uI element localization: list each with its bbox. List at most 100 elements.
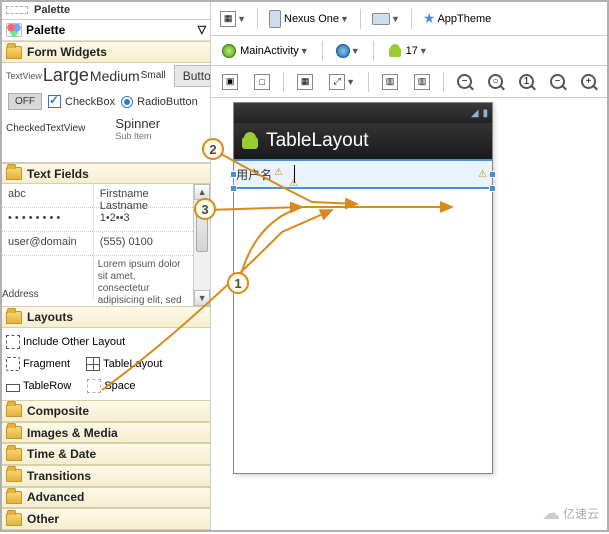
radio-label: RadioButton <box>137 96 198 108</box>
textfield-phone[interactable]: (555) 0100 <box>94 232 193 255</box>
layout-tablerow[interactable]: TableRow <box>6 380 71 392</box>
layout-include[interactable]: Include Other Layout <box>6 335 125 349</box>
checkbox-icon <box>48 95 61 108</box>
widget-radio[interactable]: RadioButton <box>121 96 198 108</box>
textfield-row[interactable]: user@domain (555) 0100 <box>2 232 193 256</box>
outline-icon: ▣ <box>222 74 238 90</box>
separator <box>257 9 258 29</box>
expand-icon: ⤢ <box>329 74 345 90</box>
textfield-multiline[interactable]: Lorem ipsum dolor sit amet, consectetur … <box>94 256 193 310</box>
category-other[interactable]: Other <box>2 508 210 530</box>
align-left-icon: ▥ <box>382 74 398 90</box>
palette-panel: Palette Palette ▽ Form Widgets TextView … <box>2 2 211 530</box>
warning-icon: ⚠ <box>274 167 284 177</box>
widget-checked-textview[interactable]: CheckedTextView <box>6 123 85 134</box>
category-transitions[interactable]: Transitions <box>2 465 210 487</box>
resize-handle[interactable] <box>230 185 237 192</box>
align-right[interactable]: ▥ <box>409 71 435 93</box>
scroll-thumb[interactable] <box>196 202 208 252</box>
chevron-down-icon: ▼ <box>300 46 309 56</box>
textview-label[interactable]: TextView <box>6 71 42 81</box>
api-selector[interactable]: 17 ▼ <box>382 40 433 62</box>
textfield-row[interactable]: abc Firstname Lastname <box>2 184 193 208</box>
folder-icon <box>6 469 22 482</box>
selected-tablerow[interactable]: 用户名 ⚠ ⚠ ⚠ <box>234 159 492 189</box>
orientation-selector[interactable]: ▼ <box>367 8 405 30</box>
textfield-password[interactable]: • • • • • • • • <box>2 208 94 231</box>
activity-title: TableLayout <box>266 130 368 152</box>
palette-mini-header: Palette <box>2 2 210 20</box>
category-label: Layouts <box>27 310 73 324</box>
zoom-reset[interactable]: ○ <box>483 71 508 93</box>
zoom-out-icon: − <box>550 74 565 89</box>
resize-handle[interactable] <box>489 171 496 178</box>
theme-selector[interactable]: ★ AppTheme <box>418 8 496 30</box>
separator <box>411 9 412 29</box>
widget-button[interactable]: Button <box>174 65 211 87</box>
layout-label: TableLayout <box>103 358 162 370</box>
zoom-fit[interactable]: 1 <box>514 71 539 93</box>
cloud-icon: ☁ <box>542 503 560 524</box>
textview-small[interactable]: Small <box>141 70 166 81</box>
widget-checkbox[interactable]: CheckBox <box>48 95 115 108</box>
textfield-row[interactable]: Address Lorem ipsum dolor sit amet, cons… <box>2 256 193 310</box>
chevron-down-icon: ▼ <box>237 14 246 24</box>
textfield-password-numeric[interactable]: 1•2••3 <box>94 208 193 231</box>
layout-table[interactable]: TableLayout <box>86 357 162 371</box>
toggle-viewport[interactable]: □ <box>249 71 275 93</box>
zoom-out[interactable]: − <box>452 71 477 93</box>
config-chooser[interactable]: ▦▼ <box>215 8 251 30</box>
chevron-down-icon: ▼ <box>340 14 349 24</box>
resize-handle[interactable] <box>230 171 237 178</box>
layout-space[interactable]: Space <box>87 379 135 393</box>
zoom-fit-icon: 1 <box>519 74 534 89</box>
folder-icon <box>6 426 22 439</box>
textfield-plain[interactable]: abc <box>2 184 94 207</box>
scroll-up-icon[interactable]: ▲ <box>194 184 210 200</box>
category-label: Transitions <box>27 469 91 483</box>
expand-button[interactable]: ⤢▼ <box>324 71 360 93</box>
star-icon: ★ <box>423 10 436 27</box>
textview-medium[interactable]: Medium <box>90 68 140 84</box>
category-text-fields[interactable]: Text Fields <box>2 163 210 185</box>
textfield-email[interactable]: user@domain <box>2 232 94 255</box>
textfield-name[interactable]: Firstname Lastname <box>94 184 193 207</box>
widget-spinner[interactable]: Spinner Sub Item <box>115 116 160 141</box>
folder-icon <box>6 513 22 526</box>
device-selector[interactable]: Nexus One ▼ <box>264 8 354 30</box>
layout-fragment[interactable]: Fragment <box>6 357 70 371</box>
android-icon <box>387 43 403 59</box>
chevron-down-icon[interactable]: ▽ <box>198 23 206 36</box>
layout-label: Space <box>104 380 135 392</box>
layout-label: Fragment <box>23 358 70 370</box>
category-advanced[interactable]: Advanced <box>2 487 210 509</box>
category-composite[interactable]: Composite <box>2 400 210 422</box>
textview-large[interactable]: Large <box>43 65 89 86</box>
locale-selector[interactable]: ▼ <box>331 40 365 62</box>
textfield-address[interactable]: Address <box>2 256 94 300</box>
design-surface[interactable]: ◢ ▮ TableLayout 用户名 ⚠ ⚠ ⚠ <box>211 98 607 530</box>
text-fields-scrollbar[interactable]: ▲ ▼ <box>193 184 210 306</box>
toggle-grid[interactable]: ▦ <box>292 71 318 93</box>
zoom-in-icon: + <box>581 74 596 89</box>
category-time-date[interactable]: Time & Date <box>2 443 210 465</box>
zoom-out-2[interactable]: − <box>545 71 570 93</box>
category-images-media[interactable]: Images & Media <box>2 422 210 444</box>
folder-icon <box>6 404 22 417</box>
tablerow-icon <box>6 384 20 392</box>
watermark: ☁ 亿速云 <box>542 503 599 524</box>
textfield-row[interactable]: • • • • • • • • 1•2••3 <box>2 208 193 232</box>
toggle-outline[interactable]: ▣ <box>217 71 243 93</box>
resize-handle[interactable] <box>489 185 496 192</box>
align-left[interactable]: ▥ <box>377 71 403 93</box>
scroll-down-icon[interactable]: ▼ <box>194 290 210 306</box>
signal-icon: ◢ <box>471 108 479 119</box>
chevron-down-icon: ▼ <box>391 14 400 24</box>
palette-icon <box>6 23 22 37</box>
activity-selector[interactable]: MainActivity ▼ <box>217 40 314 62</box>
widget-toggle-off[interactable]: OFF <box>8 93 42 110</box>
category-label: Advanced <box>27 490 84 504</box>
category-form-widgets[interactable]: Form Widgets <box>2 41 210 63</box>
palette-header[interactable]: Palette ▽ <box>2 20 210 42</box>
zoom-in[interactable]: + <box>576 71 601 93</box>
